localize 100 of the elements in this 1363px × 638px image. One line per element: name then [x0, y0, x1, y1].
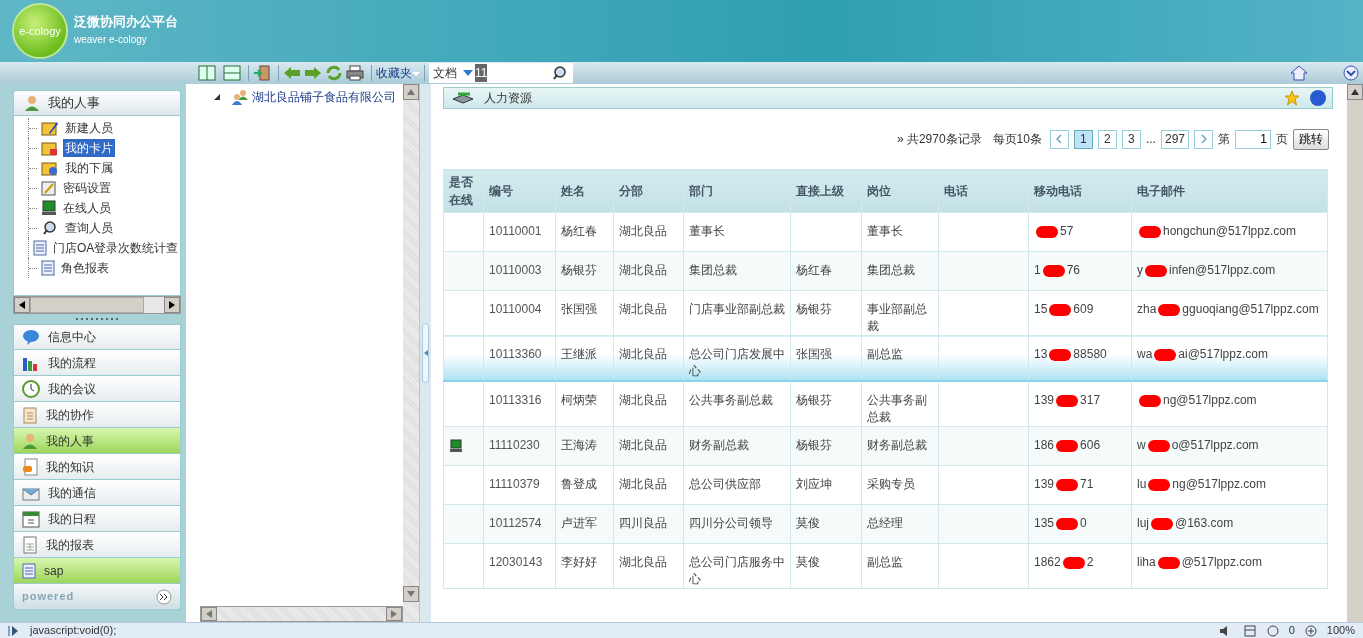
tree-item[interactable]: 查询人员 — [63, 219, 115, 237]
cell-text-fragment: 13 — [1034, 347, 1048, 361]
cell-text-fragment: 609 — [1073, 302, 1094, 316]
calendar-icon — [22, 509, 40, 528]
zoom-icon[interactable] — [1304, 624, 1317, 637]
zoom-level[interactable]: 100% — [1326, 622, 1355, 638]
column-header: 移动电话 — [1028, 169, 1132, 213]
menu-item[interactable]: 我的人事 — [13, 428, 181, 454]
table-cell-text: 总公司供应部 — [689, 477, 761, 491]
document-icon — [41, 260, 55, 276]
cell-text-fragment: 15 — [1034, 302, 1048, 316]
forward-arrow-icon[interactable] — [304, 65, 322, 81]
search-icon[interactable] — [551, 65, 569, 81]
chevron-left-icon — [1056, 134, 1063, 144]
network-icon[interactable] — [1242, 624, 1257, 637]
page-button[interactable]: 2 — [1097, 129, 1117, 149]
menu-item[interactable]: 信息中心 — [13, 324, 181, 350]
menu-item[interactable]: 我的知识 — [13, 454, 181, 480]
vertical-scrollbar[interactable] — [403, 84, 419, 622]
table-cell-text: 湖北良品 — [619, 555, 667, 569]
column-header: 是否在线 — [443, 169, 484, 213]
table-cell-text: 杨银芬 — [796, 302, 832, 316]
redaction-mark — [1147, 439, 1170, 452]
menu-item[interactable]: 我的协作 — [13, 402, 181, 428]
menu-item[interactable]: 我的日程 — [13, 506, 181, 532]
table-cell-text: 湖北良品 — [619, 347, 667, 361]
table-cell-text: 杨银芬 — [561, 263, 597, 277]
expanded-triangle-icon[interactable] — [214, 94, 220, 100]
cell-text-fragment: @163.com — [1175, 516, 1234, 530]
go-button[interactable]: 跳转 — [1293, 128, 1329, 150]
tree-item[interactable]: 在线人员 — [61, 199, 113, 217]
table-cell-text: 公共事务副总裁 — [689, 393, 773, 407]
column-header: 部门 — [683, 169, 791, 213]
splitter-grip-icon[interactable] — [75, 317, 119, 321]
menu-item[interactable]: 我的通信 — [13, 480, 181, 506]
horizontal-scrollbar[interactable] — [200, 606, 403, 622]
column-header: 电话 — [938, 169, 1029, 213]
cell-text-fragment: lu — [1137, 477, 1147, 491]
back-arrow-icon[interactable] — [283, 65, 301, 81]
table-cell-text: 张国强 — [561, 302, 597, 316]
horizontal-scrollbar[interactable] — [13, 296, 181, 314]
menu-item[interactable]: 我的报表 — [13, 532, 181, 558]
expand-icon[interactable] — [156, 588, 172, 605]
vertical-scrollbar[interactable] — [1347, 84, 1363, 622]
menu-item[interactable]: 我的会议 — [13, 376, 181, 402]
favorites-menu[interactable]: 收藏夹 — [376, 64, 420, 82]
table-cell-text: 10113316 — [489, 393, 542, 407]
cell-text-fragment: 2 — [1086, 555, 1094, 569]
left-arrow-icon — [19, 301, 25, 309]
person-icon — [22, 432, 38, 449]
page-number-field[interactable]: 1 — [1235, 129, 1271, 149]
redaction-mark — [1056, 517, 1079, 530]
redaction-mark — [1042, 264, 1065, 277]
next-page-button[interactable] — [1194, 129, 1213, 149]
table-cell-text: 10113360 — [489, 347, 542, 361]
tree-item[interactable]: 我的下属 — [63, 159, 115, 177]
cell-text-fragment: 88580 — [1073, 347, 1107, 361]
page-button[interactable]: 3 — [1121, 129, 1141, 149]
tree-item[interactable]: 我的卡片 — [63, 139, 115, 157]
columns-icon[interactable] — [198, 65, 216, 81]
page-button[interactable]: 297 — [1160, 129, 1189, 149]
tree-item[interactable]: 角色报表 — [59, 259, 111, 277]
block-count: 0 — [1288, 623, 1295, 638]
table-cell-text: 11110230 — [489, 438, 540, 452]
table-cell-text: 10112574 — [489, 516, 542, 530]
app-title: 泛微协同办公平台 — [74, 13, 178, 31]
panel-toggle-icon[interactable] — [8, 625, 20, 636]
splitter-handle[interactable] — [422, 323, 429, 383]
people-icon — [231, 89, 249, 105]
cell-text-fragment: 0 — [1080, 516, 1087, 530]
left-arrow-icon — [423, 350, 428, 356]
document-icon — [22, 562, 36, 579]
exit-icon[interactable] — [253, 65, 271, 81]
menu-item[interactable]: sap — [13, 558, 181, 584]
section-title: 我的人事 — [48, 94, 100, 113]
tree-item[interactable]: 新建人员 — [63, 119, 115, 137]
column-header: 岗位 — [861, 169, 939, 213]
home-icon[interactable] — [1290, 65, 1308, 81]
table-cell-text: 湖北良品 — [619, 393, 667, 407]
table-cell-text: 湖北良品 — [619, 438, 667, 452]
table-cell-text: 莫俊 — [796, 555, 820, 569]
redaction-mark — [1151, 517, 1173, 530]
redaction-mark — [1158, 303, 1181, 316]
search-input[interactable]: 11 — [475, 64, 488, 82]
collapse-icon[interactable] — [1343, 65, 1359, 81]
star-icon[interactable] — [1284, 90, 1300, 106]
tree-item[interactable]: 门店OA登录次数统计查 — [51, 239, 180, 257]
cell-text-fragment: 57 — [1060, 224, 1074, 238]
tree-item[interactable]: 密码设置 — [61, 179, 113, 197]
cell-text-fragment: zha — [1137, 302, 1157, 316]
section-header[interactable]: 我的人事 — [13, 90, 181, 116]
menu-item[interactable]: 我的流程 — [13, 350, 181, 376]
search-field[interactable]: 文档 11 — [429, 63, 573, 83]
rows-icon[interactable] — [223, 65, 241, 81]
printer-icon[interactable] — [346, 65, 364, 81]
tree-node[interactable]: 湖北良品铺子食品有限公司 — [252, 88, 396, 106]
redaction-mark — [1036, 225, 1058, 238]
down-arrow-icon — [407, 591, 415, 597]
search-type-dropdown[interactable]: 文档 — [433, 64, 457, 82]
page-button[interactable]: 1 — [1073, 129, 1093, 149]
